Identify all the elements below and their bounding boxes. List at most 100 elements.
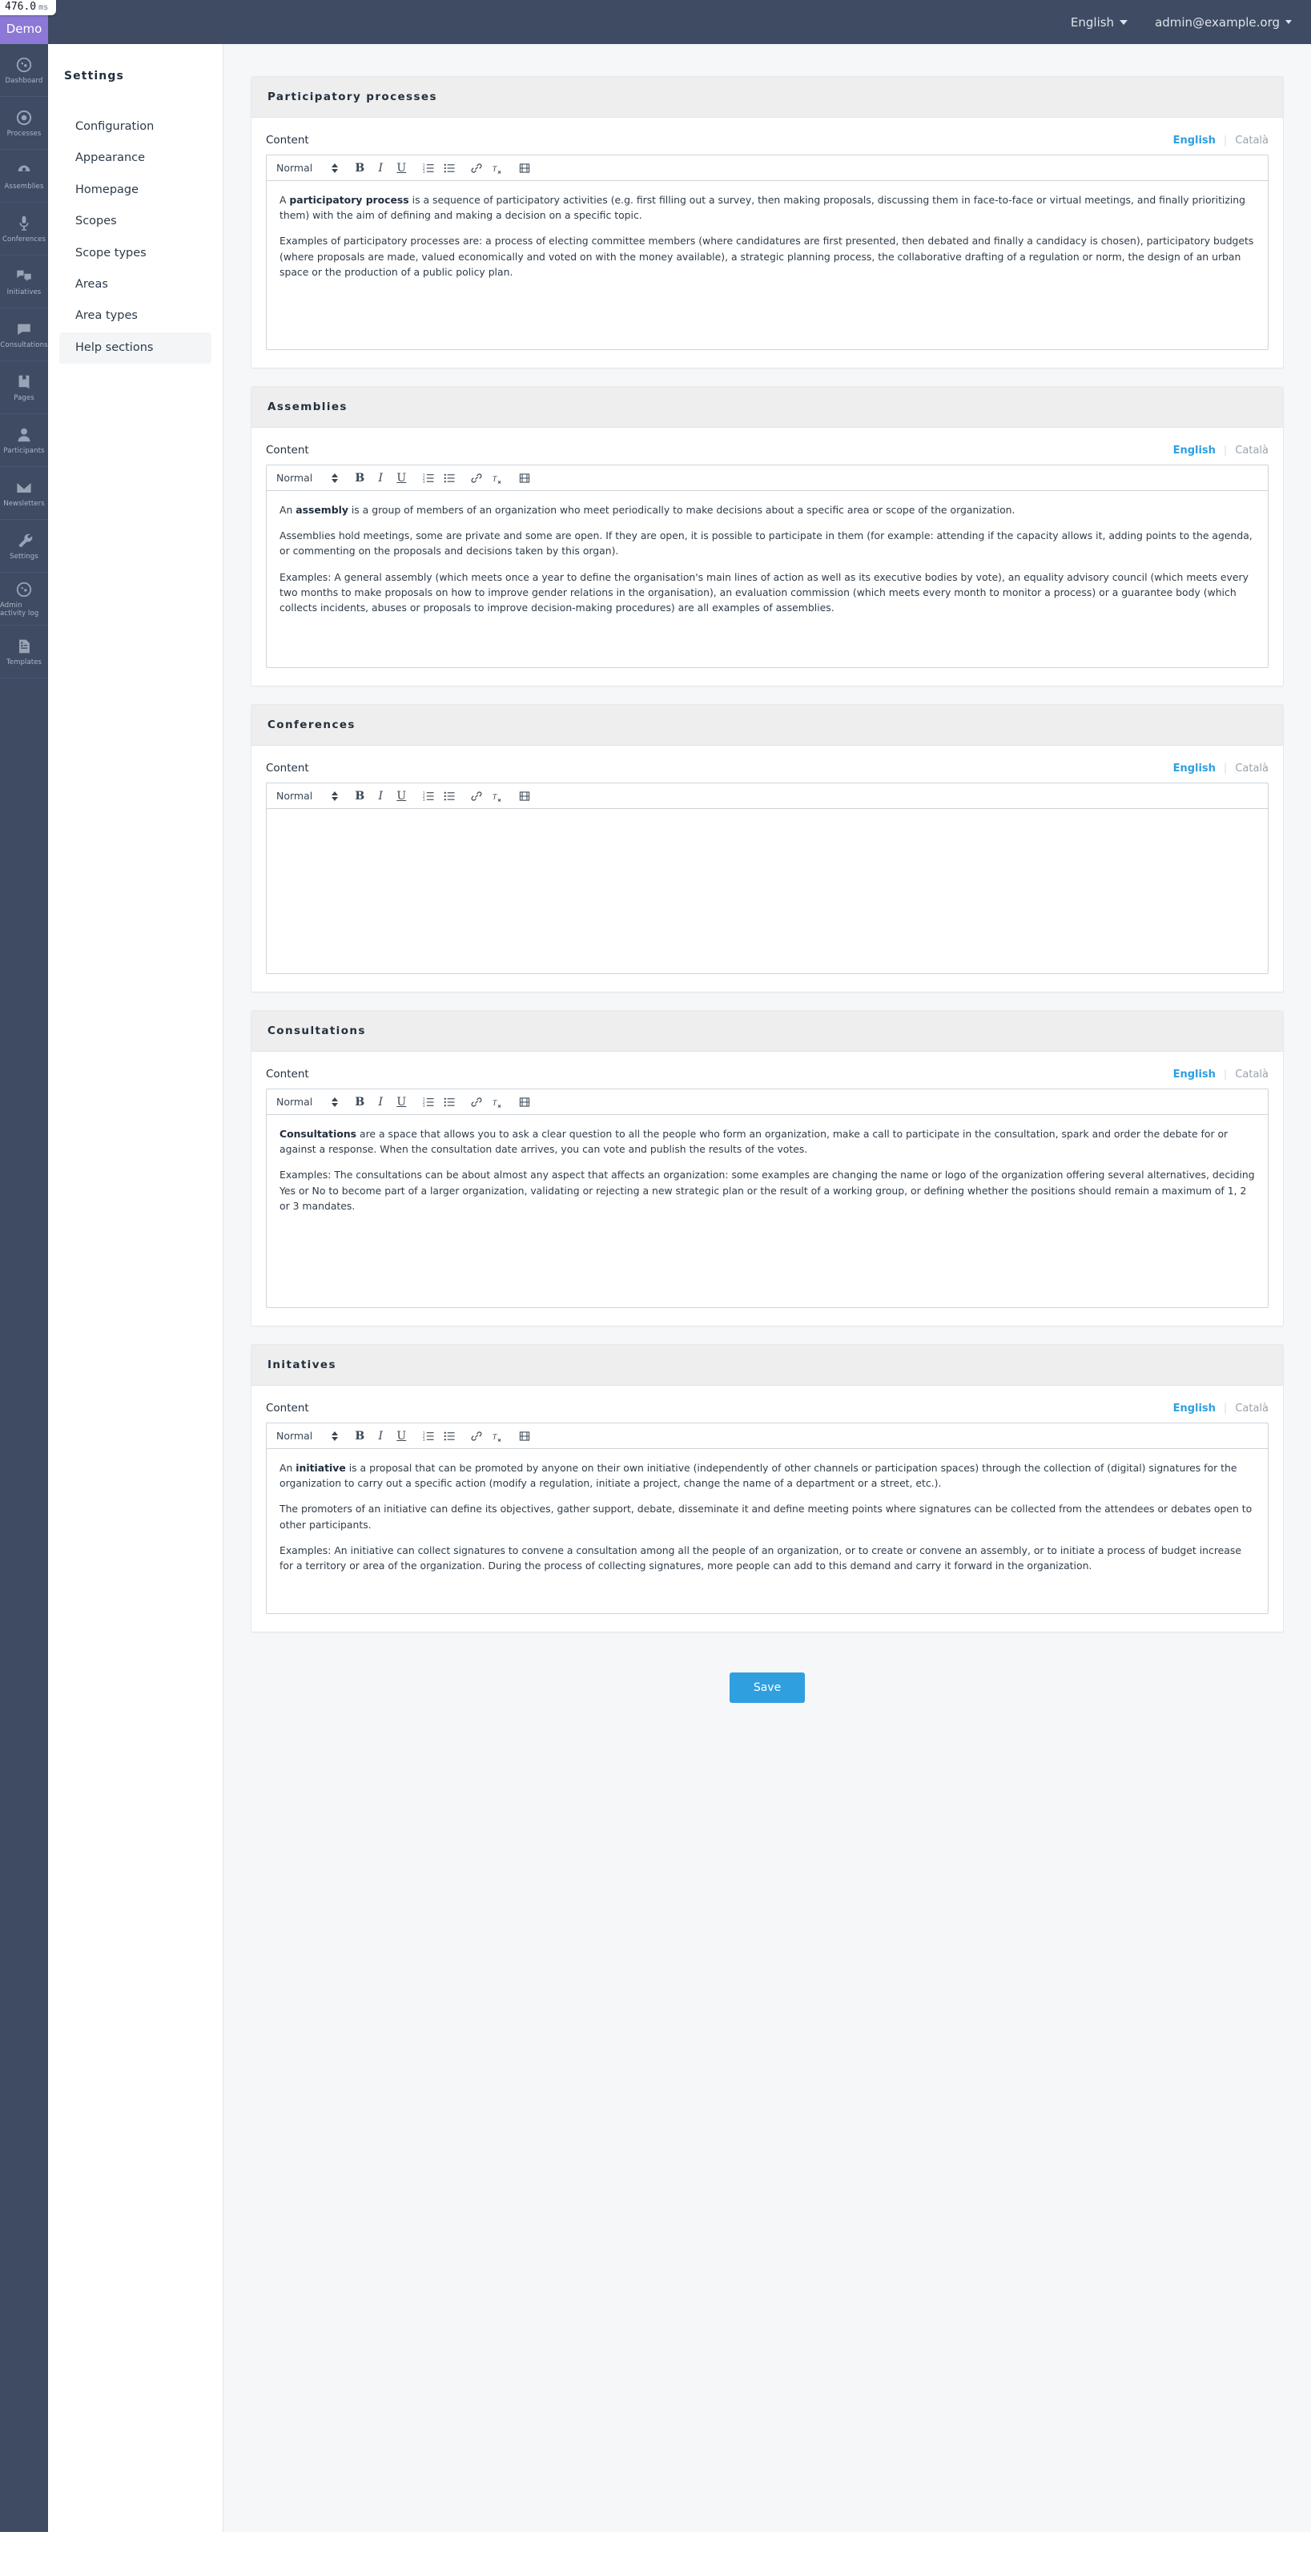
editor-text-area[interactable] bbox=[267, 809, 1268, 973]
paragraph-text: is a group of members of an organization… bbox=[348, 504, 1015, 516]
video-icon[interactable] bbox=[514, 1426, 535, 1447]
account-menu[interactable]: admin@example.org bbox=[1155, 15, 1292, 30]
format-select[interactable]: Normal bbox=[276, 162, 349, 174]
bullet-list-icon[interactable] bbox=[439, 786, 460, 807]
locale-tab-english[interactable]: English bbox=[1173, 135, 1216, 147]
stepper-icon bbox=[332, 1097, 339, 1107]
settings-nav-item-scope-types[interactable]: Scope types bbox=[59, 238, 211, 269]
clear-format-icon[interactable]: T bbox=[487, 158, 508, 179]
locale-tab-english[interactable]: English bbox=[1173, 763, 1216, 775]
link-icon[interactable] bbox=[466, 158, 487, 179]
settings-nav-item-scopes[interactable]: Scopes bbox=[59, 206, 211, 237]
video-icon[interactable] bbox=[514, 468, 535, 489]
format-select[interactable]: Normal bbox=[276, 790, 349, 802]
locale-tab-catala[interactable]: Català bbox=[1235, 763, 1269, 775]
sidebar-item-pages[interactable]: Pages bbox=[0, 361, 48, 414]
locale-tab-english[interactable]: English bbox=[1173, 445, 1216, 457]
underline-icon[interactable]: U bbox=[391, 468, 412, 489]
locale-tab-english[interactable]: English bbox=[1173, 1069, 1216, 1081]
italic-icon[interactable]: I bbox=[370, 1092, 391, 1113]
bold-icon[interactable]: B bbox=[349, 786, 370, 807]
envelope-icon bbox=[15, 479, 33, 497]
language-switcher[interactable]: English bbox=[1071, 15, 1128, 30]
sidebar-item-admin-activity-log[interactable]: Admin activity log bbox=[0, 573, 48, 626]
sidebar-item-assemblies[interactable]: Assemblies bbox=[0, 150, 48, 203]
link-icon[interactable] bbox=[466, 1092, 487, 1113]
link-icon[interactable] bbox=[466, 1426, 487, 1447]
clear-format-icon[interactable]: T bbox=[487, 786, 508, 807]
settings-nav-item-areas[interactable]: Areas bbox=[59, 269, 211, 300]
performance-badge: 476.0 ms bbox=[0, 0, 57, 16]
locale-tab-catala[interactable]: Català bbox=[1235, 135, 1269, 147]
italic-icon[interactable]: I bbox=[370, 786, 391, 807]
help-section-body: Content English | Català Normal B I U 1 2 3 T Consul… bbox=[251, 1052, 1283, 1326]
ordered-list-icon[interactable]: 123 bbox=[418, 786, 439, 807]
paragraph-emphasis: assembly bbox=[296, 504, 348, 516]
underline-icon[interactable]: U bbox=[391, 158, 412, 179]
editor-text-area[interactable]: An initiative is a proposal that can be … bbox=[267, 1449, 1268, 1613]
settings-nav-item-area-types[interactable]: Area types bbox=[59, 300, 211, 332]
bullet-list-icon[interactable] bbox=[439, 1426, 460, 1447]
format-select[interactable]: Normal bbox=[276, 1430, 349, 1442]
locale-tab-separator: | bbox=[1223, 1069, 1228, 1081]
ordered-list-icon[interactable]: 123 bbox=[418, 158, 439, 179]
paragraph-text: Examples: An initiative can collect sign… bbox=[279, 1544, 1241, 1572]
svg-text:T: T bbox=[493, 792, 497, 801]
settings-nav-item-help-sections[interactable]: Help sections bbox=[59, 332, 211, 364]
clock-icon bbox=[15, 581, 33, 598]
ordered-list-icon[interactable]: 123 bbox=[418, 1426, 439, 1447]
settings-nav-item-configuration[interactable]: Configuration bbox=[59, 111, 211, 143]
sidebar-item-label: Consultations bbox=[0, 340, 48, 349]
save-button[interactable]: Save bbox=[729, 1672, 806, 1703]
settings-nav-item-appearance[interactable]: Appearance bbox=[59, 143, 211, 174]
bullet-list-icon[interactable] bbox=[439, 1092, 460, 1113]
target-icon bbox=[15, 109, 33, 127]
video-icon[interactable] bbox=[514, 1092, 535, 1113]
ordered-list-icon[interactable]: 123 bbox=[418, 468, 439, 489]
sidebar-item-conferences[interactable]: Conferences bbox=[0, 203, 48, 256]
ordered-list-icon[interactable]: 123 bbox=[418, 1092, 439, 1113]
sidebar-item-templates[interactable]: Templates bbox=[0, 626, 48, 678]
settings-nav-item-homepage[interactable]: Homepage bbox=[59, 175, 211, 206]
sidebar-item-newsletters[interactable]: Newsletters bbox=[0, 467, 48, 520]
format-select[interactable]: Normal bbox=[276, 472, 349, 484]
bullet-list-icon[interactable] bbox=[439, 468, 460, 489]
sidebar-item-participants[interactable]: Participants bbox=[0, 414, 48, 467]
editor-text-area[interactable]: A participatory process is a sequence of… bbox=[267, 181, 1268, 349]
locale-tab-catala[interactable]: Català bbox=[1235, 1403, 1269, 1415]
bold-icon[interactable]: B bbox=[349, 468, 370, 489]
top-bar: Demo English admin@example.org bbox=[0, 0, 1311, 44]
underline-icon[interactable]: U bbox=[391, 1092, 412, 1113]
italic-icon[interactable]: I bbox=[370, 158, 391, 179]
editor-text-area[interactable]: Consultations are a space that allows yo… bbox=[267, 1115, 1268, 1307]
clear-format-icon[interactable]: T bbox=[487, 1426, 508, 1447]
locale-tab-catala[interactable]: Català bbox=[1235, 1069, 1269, 1081]
format-select[interactable]: Normal bbox=[276, 1096, 349, 1108]
sidebar-item-dashboard[interactable]: Dashboard bbox=[0, 44, 48, 97]
bullet-list-icon[interactable] bbox=[439, 158, 460, 179]
italic-icon[interactable]: I bbox=[370, 1426, 391, 1447]
video-icon[interactable] bbox=[514, 786, 535, 807]
sidebar-item-processes[interactable]: Processes bbox=[0, 97, 48, 150]
video-icon[interactable] bbox=[514, 158, 535, 179]
sidebar-item-consultations[interactable]: Consultations bbox=[0, 308, 48, 361]
locale-tab-english[interactable]: English bbox=[1173, 1403, 1216, 1415]
locale-tab-catala[interactable]: Català bbox=[1235, 445, 1269, 457]
bold-icon[interactable]: B bbox=[349, 1426, 370, 1447]
clear-format-icon[interactable]: T bbox=[487, 1092, 508, 1113]
sidebar-item-settings[interactable]: Settings bbox=[0, 520, 48, 573]
underline-icon[interactable]: U bbox=[391, 1426, 412, 1447]
editor-paragraph: An initiative is a proposal that can be … bbox=[279, 1460, 1255, 1491]
editor-text-area[interactable]: An assembly is a group of members of an … bbox=[267, 491, 1268, 667]
link-icon[interactable] bbox=[466, 468, 487, 489]
clear-format-icon[interactable]: T bbox=[487, 468, 508, 489]
underline-icon[interactable]: U bbox=[391, 786, 412, 807]
bold-icon[interactable]: B bbox=[349, 1092, 370, 1113]
content-field-header: Content English | Català bbox=[266, 134, 1269, 147]
link-icon[interactable] bbox=[466, 786, 487, 807]
bold-icon[interactable]: B bbox=[349, 158, 370, 179]
rich-text-editor: Normal B I U 1 2 3 T A participatory process is … bbox=[266, 155, 1269, 350]
locale-tab-separator: | bbox=[1223, 445, 1228, 457]
sidebar-item-initiatives[interactable]: Initiatives bbox=[0, 256, 48, 308]
italic-icon[interactable]: I bbox=[370, 468, 391, 489]
